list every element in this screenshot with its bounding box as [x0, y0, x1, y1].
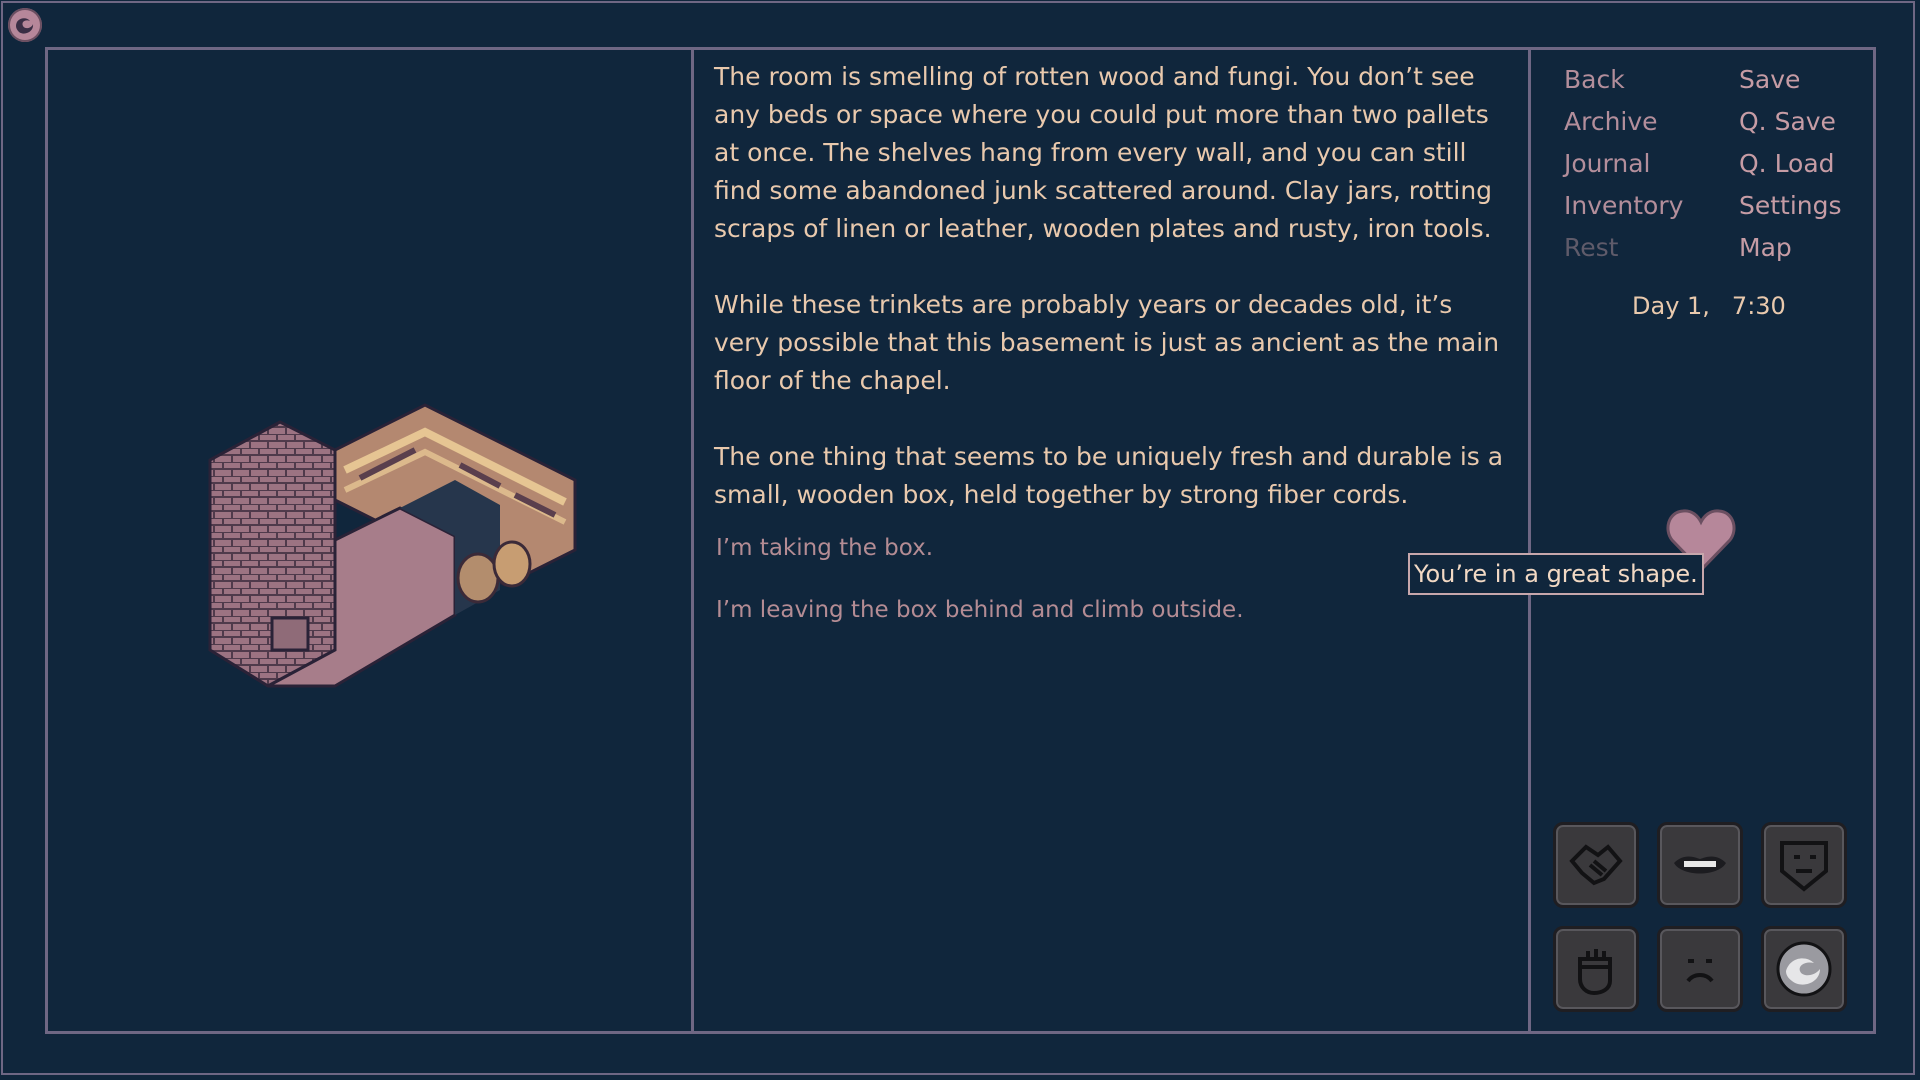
menu-journal[interactable]: Journal — [1564, 143, 1683, 185]
sad-face-button[interactable] — [1657, 926, 1743, 1012]
stat-buttons — [1553, 822, 1863, 1014]
game-logo-icon — [8, 8, 42, 42]
menu-settings[interactable]: Settings — [1739, 185, 1842, 227]
menu-back[interactable]: Back — [1564, 59, 1683, 101]
health-tooltip: You’re in a great shape. — [1408, 553, 1704, 595]
lips-icon — [1674, 856, 1726, 874]
narrative-paragraph: The room is smelling of rotten wood and … — [714, 62, 1493, 243]
menu-map[interactable]: Map — [1739, 227, 1842, 269]
orb-icon — [1776, 941, 1832, 997]
menu-save[interactable]: Save — [1739, 59, 1842, 101]
orb-button[interactable] — [1761, 926, 1847, 1012]
choice-leave-box[interactable]: I’m leaving the box behind and climb out… — [716, 597, 1244, 623]
handshake-icon — [1569, 844, 1623, 886]
menu-inventory[interactable]: Inventory — [1564, 185, 1683, 227]
menu-quick-save[interactable]: Q. Save — [1739, 101, 1842, 143]
lips-button[interactable] — [1657, 822, 1743, 908]
barrel — [492, 540, 532, 588]
panel-divider — [1528, 50, 1531, 1031]
panel-divider — [691, 50, 694, 1031]
menu-quick-load[interactable]: Q. Load — [1739, 143, 1842, 185]
narrative-paragraph: While these trinkets are probably years … — [714, 290, 1500, 395]
menu-rest: Rest — [1564, 233, 1619, 262]
menu-right-column: Save Q. Save Q. Load Settings Map — [1739, 59, 1842, 269]
basement-scene-illustration — [208, 403, 577, 688]
narrative-paragraph: The one thing that seems to be uniquely … — [714, 442, 1504, 509]
menu-archive[interactable]: Archive — [1564, 101, 1683, 143]
fist-icon — [1578, 949, 1612, 996]
handshake-button[interactable] — [1553, 822, 1639, 908]
barrel — [456, 552, 500, 604]
fist-button[interactable] — [1553, 926, 1639, 1012]
choice-take-box[interactable]: I’m taking the box. — [716, 535, 933, 561]
crate — [270, 616, 310, 652]
menu-left-column: Back Archive Journal Inventory Rest — [1564, 59, 1683, 269]
narrative-text: The room is smelling of rotten wood and … — [714, 58, 1514, 552]
day-label: Day 1, — [1632, 292, 1710, 320]
shield-face-button[interactable] — [1761, 822, 1847, 908]
sad-face-icon — [1686, 959, 1714, 983]
shield-face-icon — [1780, 841, 1828, 892]
time-label: 7:30 — [1731, 292, 1786, 320]
day-time-display: Day 1, 7:30 — [1632, 292, 1786, 320]
